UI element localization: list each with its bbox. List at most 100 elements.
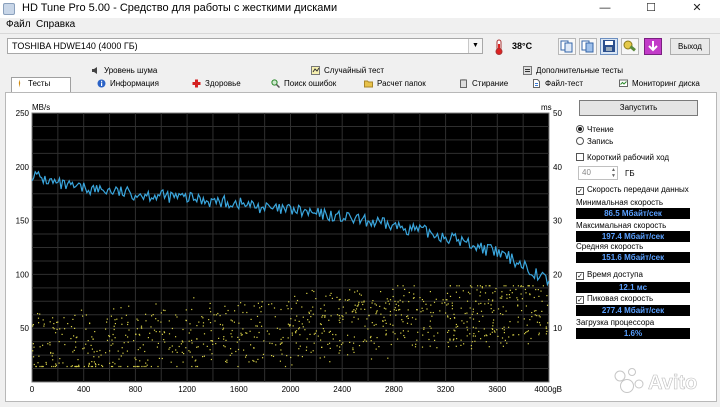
access-time-point [203,333,206,335]
access-time-point [100,354,102,356]
access-time-point [426,308,428,310]
access-time-point [52,317,54,319]
access-time-point [528,285,530,287]
access-time-check[interactable]: ✓ [576,272,584,280]
access-time-point [532,285,534,287]
access-time-point [222,327,225,329]
access-time-point [287,337,289,339]
access-time-checkbox[interactable]: ✓ Время доступа [576,270,643,280]
access-time-point [313,342,315,344]
access-time-point [161,333,163,335]
access-time-point [50,351,52,354]
access-time-point [402,301,404,303]
access-time-point [190,329,192,331]
access-time-point [364,308,366,310]
access-time-point [225,360,227,363]
access-time-point [370,307,372,309]
transfer-rate-check[interactable]: ✓ [576,187,584,195]
access-time-point [272,355,275,357]
access-time-point [541,310,543,312]
access-time-point [356,305,358,307]
access-time-point [546,304,549,306]
burst-rate-checkbox[interactable]: ✓ Пиковая скорость [576,294,653,304]
access-time-point [121,323,123,325]
short-stroke-checkbox[interactable]: Короткий рабочий ход [576,153,669,162]
access-time-point [196,338,198,340]
read-radio-indicator[interactable] [576,125,584,133]
access-time-point [321,316,323,318]
access-time-point [275,344,277,346]
access-time-point [160,321,162,323]
access-time-point [209,302,211,304]
access-time-point [202,343,205,345]
access-time-point [188,340,190,342]
access-time-point [522,286,524,288]
start-button[interactable]: Запустить [579,100,698,116]
access-time-point [202,317,204,319]
access-time-point [287,308,289,310]
access-time-point [305,349,307,351]
short-stroke-spinner[interactable]: ▲ ▼ [610,167,617,179]
access-time-point [364,325,366,327]
access-time-point [41,365,43,368]
access-time-point [483,328,485,330]
access-time-point [230,333,232,335]
access-time-point [342,318,344,320]
access-time-point [49,321,51,323]
access-time-point [291,332,293,334]
access-time-point [338,315,340,317]
access-time-point [392,295,394,298]
access-time-point [340,343,343,346]
access-time-point [134,357,136,359]
access-time-point [503,332,505,334]
access-time-point [526,324,528,326]
access-time-point [312,350,314,352]
access-time-point [362,340,364,343]
access-time-point [338,299,340,301]
access-time-point [408,301,410,303]
access-time-point [422,310,424,312]
access-time-point [347,299,349,301]
access-time-point [32,343,34,345]
access-time-point [98,356,100,358]
access-time-point [150,326,152,328]
access-time-point [195,365,197,368]
access-time-point [497,308,500,310]
access-time-point [395,303,397,305]
access-time-point [261,305,263,308]
access-time-point [223,338,225,340]
access-time-point [538,322,541,324]
access-time-point [336,345,338,347]
short-stroke-check[interactable] [576,153,584,161]
access-time-point [74,365,76,368]
access-time-point [449,338,451,340]
access-time-point [238,339,241,341]
access-time-point [375,348,377,350]
transfer-rate-checkbox[interactable]: ✓ Скорость передачи данных [576,185,689,195]
access-time-point [149,332,151,334]
access-time-point [394,300,396,302]
access-time-point [538,315,540,317]
y-right-tick-label: 20 [553,270,562,279]
access-time-point [520,293,522,295]
max-speed-value: 197.4 Мбайт/сек [576,231,690,242]
access-time-point [479,285,481,287]
write-radio[interactable]: Запись [576,137,613,146]
access-time-point [387,300,389,302]
access-time-point [236,341,238,343]
access-time-point [471,313,473,315]
access-time-point [90,365,92,368]
access-time-point [455,323,457,326]
cpu-usage-label: Загрузка процессора [576,318,655,327]
access-time-point [441,302,443,304]
access-time-point [279,328,281,330]
access-time-point [176,365,178,368]
access-time-point [281,353,283,355]
access-time-point [485,341,487,343]
read-radio[interactable]: Чтение [576,125,614,134]
access-time-point [133,365,135,368]
write-radio-indicator[interactable] [576,137,584,145]
burst-rate-check[interactable]: ✓ [576,296,584,304]
access-time-point [529,319,531,321]
access-time-point [375,313,377,315]
